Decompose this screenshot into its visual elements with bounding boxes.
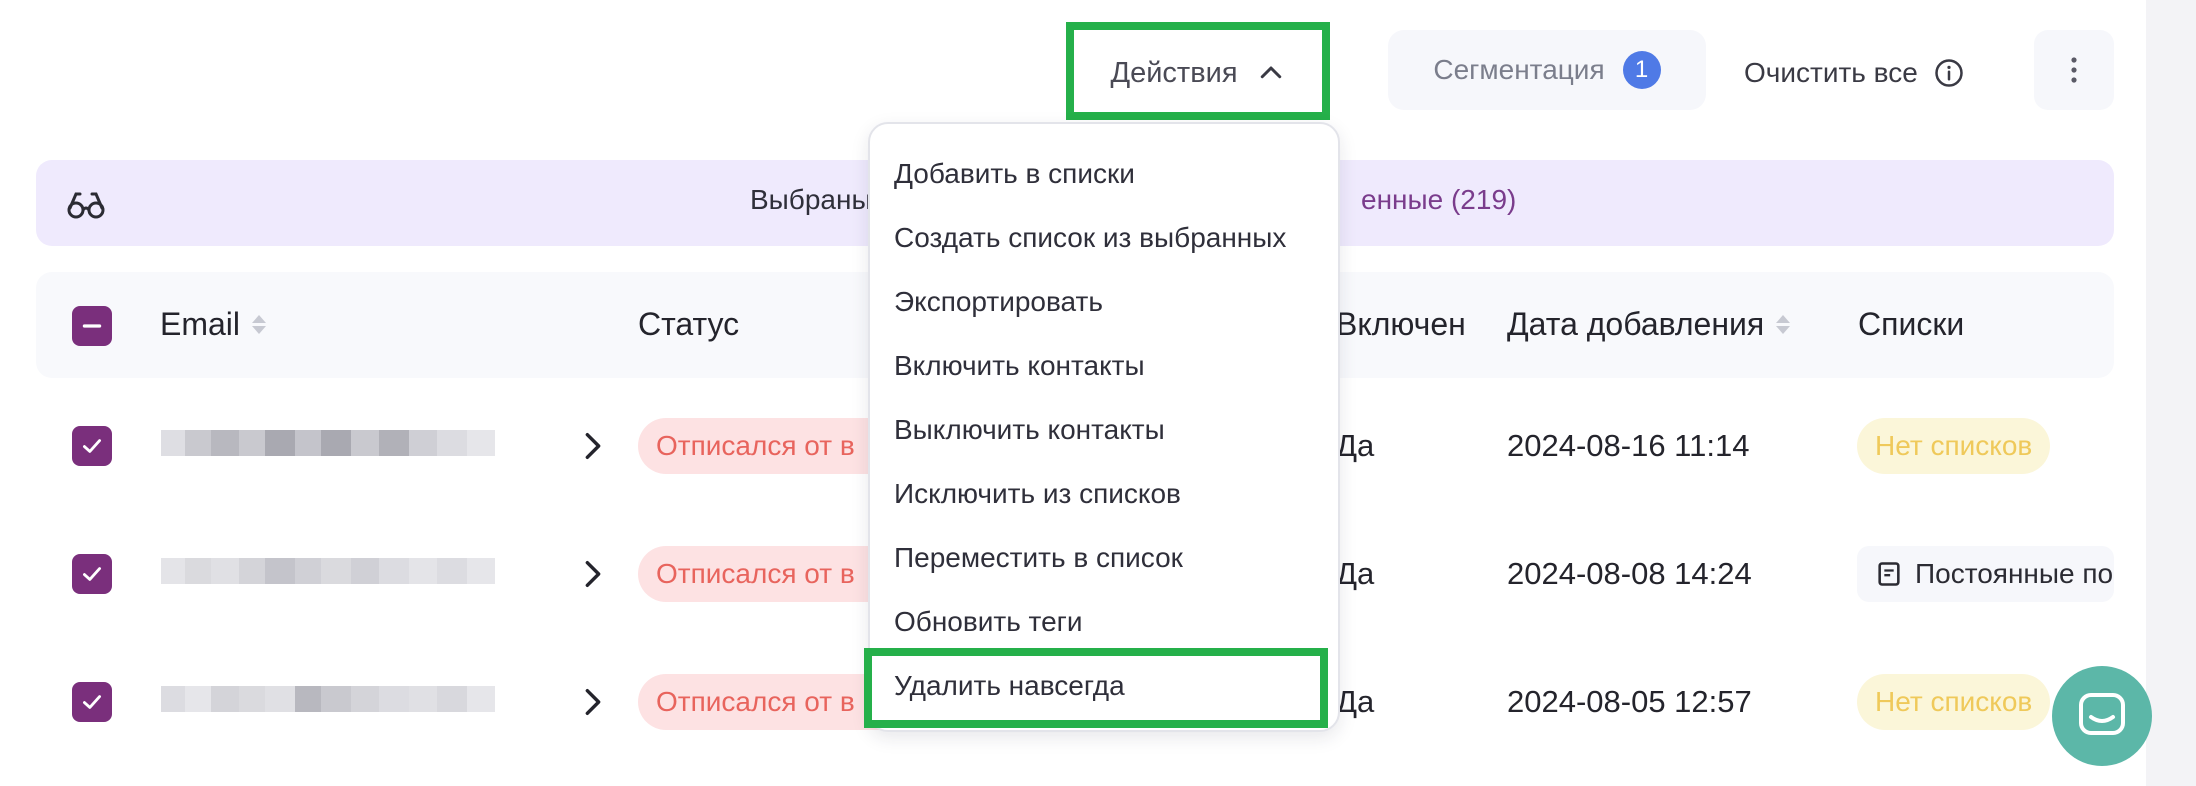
chevron-up-icon bbox=[1260, 66, 1281, 79]
actions-dropdown-button[interactable]: Действия bbox=[1072, 28, 1324, 118]
select-all-checkbox[interactable] bbox=[72, 306, 112, 346]
chevron-right-icon[interactable] bbox=[576, 426, 610, 466]
segmentation-count-badge: 1 bbox=[1622, 51, 1661, 89]
no-lists-badge: Нет списков bbox=[1857, 674, 2051, 730]
column-header-lists: Списки bbox=[1858, 306, 1964, 343]
menu-item-delete-forever[interactable]: Удалить навсегда bbox=[894, 670, 1125, 702]
column-header-email-label: Email bbox=[160, 306, 241, 342]
checkmark-icon bbox=[83, 439, 101, 453]
sort-icon bbox=[1776, 315, 1791, 334]
date-added-value: 2024-08-16 11:14 bbox=[1507, 428, 1750, 463]
chat-icon bbox=[2079, 693, 2125, 735]
more-vertical-icon bbox=[2071, 57, 2077, 83]
menu-item-disable-contacts[interactable]: Выключить контакты bbox=[894, 414, 1165, 446]
email-redacted bbox=[161, 558, 495, 588]
list-chip[interactable]: Постоянные по bbox=[1857, 546, 2114, 602]
menu-item-add-to-lists[interactable]: Добавить в списки bbox=[894, 158, 1135, 190]
actions-menu: Добавить в списки Создать список из выбр… bbox=[868, 122, 1340, 732]
column-header-enabled-label: Включен bbox=[1336, 306, 1466, 342]
more-options-button[interactable] bbox=[2034, 30, 2114, 110]
segmentation-label: Сегментация bbox=[1433, 54, 1605, 85]
enabled-value: Да bbox=[1336, 428, 1375, 463]
column-header-enabled: Включен bbox=[1336, 306, 1466, 343]
email-redacted bbox=[161, 430, 495, 460]
column-header-date-label: Дата добавления bbox=[1507, 306, 1765, 342]
menu-item-update-tags[interactable]: Обновить теги bbox=[894, 606, 1083, 638]
chat-launcher-button[interactable] bbox=[2052, 666, 2152, 766]
menu-item-move-to-list[interactable]: Переместить в список bbox=[894, 542, 1183, 574]
date-added-value: 2024-08-08 14:24 bbox=[1507, 556, 1752, 591]
no-lists-badge: Нет списков bbox=[1857, 418, 2051, 474]
column-header-status-label: Статус bbox=[638, 306, 740, 342]
row-checkbox[interactable] bbox=[72, 426, 112, 466]
email-redacted bbox=[161, 686, 495, 716]
banner-selected-count: енные (219) bbox=[1361, 184, 1517, 215]
chevron-right-icon[interactable] bbox=[576, 682, 610, 722]
enabled-value: Да bbox=[1336, 684, 1375, 719]
menu-item-remove-from-lists[interactable]: Исключить из списков bbox=[894, 478, 1181, 510]
banner-text: Выбраны bbox=[750, 184, 872, 215]
menu-item-enable-contacts[interactable]: Включить контакты bbox=[894, 350, 1145, 382]
row-checkbox[interactable] bbox=[72, 682, 112, 722]
menu-item-create-list[interactable]: Создать список из выбранных bbox=[894, 222, 1286, 254]
clear-all-label: Очистить все bbox=[1744, 57, 1918, 88]
segmentation-button[interactable]: Сегментация 1 bbox=[1388, 30, 1706, 110]
document-icon bbox=[1878, 562, 1900, 586]
date-added-value: 2024-08-05 12:57 bbox=[1507, 684, 1752, 719]
glasses-icon bbox=[67, 192, 105, 219]
chevron-right-icon[interactable] bbox=[576, 554, 610, 594]
page-scroll-gutter bbox=[2146, 0, 2196, 786]
contacts-page: Действия Сегментация 1 Очистить все Выбр… bbox=[0, 0, 2146, 786]
list-chip-label: Постоянные по bbox=[1915, 558, 2114, 589]
checkmark-icon bbox=[83, 695, 101, 709]
column-header-email[interactable]: Email bbox=[160, 306, 267, 343]
menu-item-export[interactable]: Экспортировать bbox=[894, 286, 1103, 318]
clear-all-button[interactable]: Очистить все bbox=[1744, 38, 1964, 108]
column-header-status: Статус bbox=[638, 306, 739, 343]
column-header-lists-label: Списки bbox=[1858, 306, 1965, 342]
column-header-date-added[interactable]: Дата добавления bbox=[1507, 306, 1791, 343]
enabled-value: Да bbox=[1336, 556, 1375, 591]
sort-icon bbox=[252, 315, 267, 334]
row-checkbox[interactable] bbox=[72, 554, 112, 594]
minus-icon bbox=[82, 324, 102, 328]
actions-button-label: Действия bbox=[1110, 56, 1238, 89]
checkmark-icon bbox=[83, 567, 101, 581]
info-icon bbox=[1935, 59, 1963, 87]
